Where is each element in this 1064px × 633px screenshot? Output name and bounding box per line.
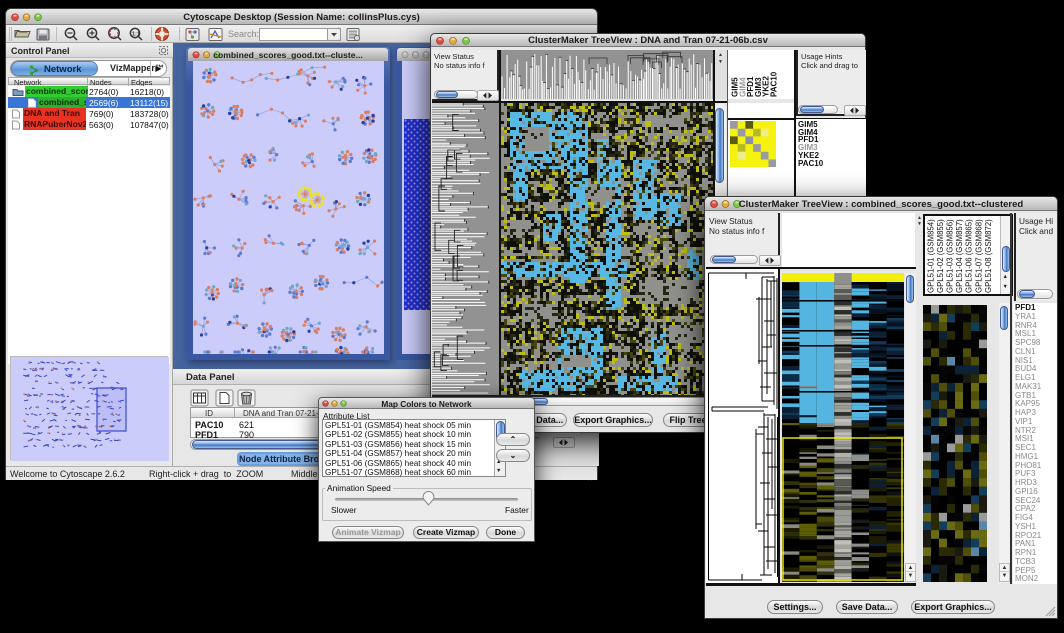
svg-text:GPL51-02 (GSM855): GPL51-02 (GSM855)	[936, 219, 945, 293]
svg-text:GPL51-08 (GSM872): GPL51-08 (GSM872)	[984, 219, 993, 293]
svg-text:GPL51-06 (GSM865): GPL51-06 (GSM865)	[965, 219, 974, 293]
svg-text:Search:: Search:	[228, 29, 259, 39]
svg-text:GPL51-04 (GSM857): GPL51-04 (GSM857)	[955, 219, 964, 293]
svg-text:GPL51-07 (GSM868): GPL51-07 (GSM868)	[974, 219, 983, 293]
svg-text:GPL51-03 (GSM856): GPL51-03 (GSM856)	[946, 219, 955, 293]
svg-text:GPL51-01 (GSM854): GPL51-01 (GSM854)	[926, 219, 935, 293]
svg-text:PAC10: PAC10	[770, 71, 779, 97]
svg-text:1:1: 1:1	[132, 32, 140, 38]
